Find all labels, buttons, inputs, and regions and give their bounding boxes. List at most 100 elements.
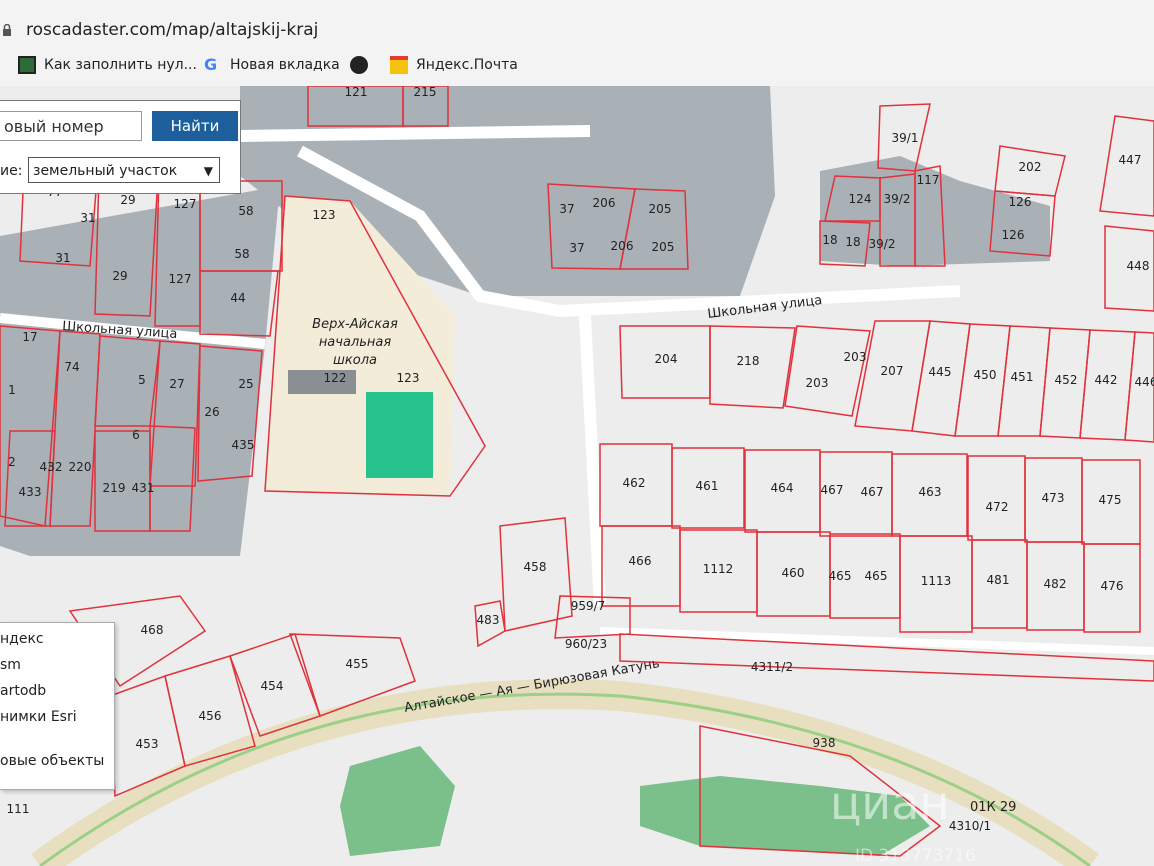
parcel-number[interactable]: 5 <box>138 373 146 387</box>
parcel-number[interactable]: 29 <box>120 193 135 207</box>
parcel-number[interactable]: 1 <box>8 383 16 397</box>
parcel-number[interactable]: 4310/1 <box>949 819 991 833</box>
parcel-number[interactable]: 204 <box>655 352 678 366</box>
layer-item[interactable]: artodb <box>0 683 46 699</box>
parcel-number[interactable]: 121 <box>345 86 368 99</box>
parcel-number[interactable]: 454 <box>261 679 284 693</box>
parcel-number[interactable]: 481 <box>987 573 1010 587</box>
parcel-number[interactable]: 483 <box>477 613 500 627</box>
parcel-number[interactable]: 58 <box>238 204 253 218</box>
parcel-number[interactable]: 44 <box>230 291 245 305</box>
bookmark-item[interactable]: Яндекс.Почта <box>390 56 518 74</box>
parcel-number[interactable]: 31 <box>55 251 70 265</box>
parcel-number[interactable]: 431 <box>132 481 155 495</box>
parcel-number[interactable]: 18 <box>822 233 837 247</box>
parcel-number[interactable]: 220 <box>69 460 92 474</box>
address-bar[interactable]: roscadaster.com/map/altajskij-kraj <box>0 14 1154 46</box>
parcel-number[interactable]: 450 <box>974 368 997 382</box>
parcel-number[interactable]: 218 <box>737 354 760 368</box>
parcel-number[interactable]: 446 <box>1135 375 1154 389</box>
parcel-number[interactable]: 29 <box>112 269 127 283</box>
parcel-number[interactable]: 465 <box>829 569 852 583</box>
find-button[interactable]: Найти <box>152 111 238 141</box>
parcel-number[interactable]: 203 <box>806 376 829 390</box>
parcel-number[interactable]: 452 <box>1055 373 1078 387</box>
parcel-number[interactable]: 463 <box>919 485 942 499</box>
parcel-number[interactable]: 1113 <box>921 574 952 588</box>
parcel-number[interactable]: 435 <box>232 438 255 452</box>
bookmark-item[interactable] <box>350 56 368 74</box>
parcel-number[interactable]: 4311/2 <box>751 660 793 674</box>
parcel-number[interactable]: 473 <box>1042 491 1065 505</box>
cadastral-map[interactable]: 121 215 37 206 205 37 206 205 39/1 124 39/2 117 202 1… <box>0 86 1154 866</box>
parcel-number[interactable]: 461 <box>696 479 719 493</box>
parcel-number[interactable]: 127 <box>174 197 197 211</box>
parcel-number[interactable]: 458 <box>524 560 547 574</box>
parcel-number[interactable]: 475 <box>1099 493 1122 507</box>
parcel-number[interactable]: 205 <box>649 202 672 216</box>
parcel-number[interactable]: 39/2 <box>869 237 896 251</box>
parcel-number[interactable]: 453 <box>136 737 159 751</box>
parcel-number[interactable]: 58 <box>234 247 249 261</box>
layer-item[interactable]: нимки Esri <box>0 709 77 725</box>
parcel-number[interactable]: 17 <box>22 330 37 344</box>
layer-item[interactable]: овые объекты <box>0 753 104 769</box>
parcel-number[interactable]: 442 <box>1095 373 1118 387</box>
parcel-number[interactable]: 111 <box>7 802 30 816</box>
parcel-number[interactable]: 215 <box>414 86 437 99</box>
parcel-number[interactable]: 433 <box>19 485 42 499</box>
parcel-number[interactable]: 472 <box>986 500 1009 514</box>
parcel-number[interactable]: 476 <box>1101 579 1124 593</box>
parcel-number[interactable]: 445 <box>929 365 952 379</box>
parcel-number[interactable]: 205 <box>652 240 675 254</box>
map-canvas[interactable]: 121 21537 206 20537 206 20539/1124 39/21172021… <box>0 86 1154 866</box>
parcel-number[interactable]: 456 <box>199 709 222 723</box>
parcel-number[interactable]: 39/2 <box>884 192 911 206</box>
parcel-number[interactable]: 206 <box>611 239 634 253</box>
bookmark-item[interactable]: G Новая вкладка <box>204 56 340 74</box>
parcel-number[interactable]: 31 <box>80 211 95 225</box>
parcel-number[interactable]: 127 <box>169 272 192 286</box>
parcel-number[interactable]: 1112 <box>703 562 734 576</box>
parcel-number[interactable]: 18 <box>845 235 860 249</box>
parcel-number[interactable]: 938 <box>813 736 836 750</box>
parcel-number[interactable]: 451 <box>1011 370 1034 384</box>
layer-item[interactable]: sm <box>0 657 21 673</box>
parcel-number[interactable]: 123 <box>397 371 420 385</box>
parcel-number[interactable]: 117 <box>917 173 940 187</box>
parcel-number[interactable]: 432 <box>40 460 63 474</box>
parcel-number[interactable]: 126 <box>1002 228 1025 242</box>
parcel-number[interactable]: 467 <box>861 485 884 499</box>
parcel-number[interactable]: 37 <box>559 202 574 216</box>
parcel-number[interactable]: 6 <box>132 428 140 442</box>
parcel-number[interactable]: 123 <box>313 208 336 222</box>
parcel-number[interactable]: 959/7 <box>571 599 606 613</box>
parcel-number[interactable]: 464 <box>771 481 794 495</box>
parcel-number[interactable]: 122 <box>324 371 347 385</box>
bookmark-item[interactable]: Как заполнить нул... <box>18 56 197 74</box>
parcel-number[interactable]: 482 <box>1044 577 1067 591</box>
parcel-number[interactable]: 203 <box>844 350 867 364</box>
parcel-number[interactable]: 26 <box>204 405 219 419</box>
parcel-number[interactable]: 39/1 <box>892 131 919 145</box>
parcel-number[interactable]: 206 <box>593 196 616 210</box>
search-input[interactable]: овый номер <box>0 111 142 141</box>
parcel-number[interactable]: 74 <box>64 360 79 374</box>
object-type-select[interactable]: земельный участок ▼ <box>28 157 220 183</box>
parcel-number[interactable]: 465 <box>865 569 888 583</box>
parcel-number[interactable]: 219 <box>103 481 126 495</box>
parcel-number[interactable]: 25 <box>238 377 253 391</box>
parcel-number[interactable]: 455 <box>346 657 369 671</box>
parcel-number[interactable]: 448 <box>1127 259 1150 273</box>
parcel-number[interactable]: 960/23 <box>565 637 607 651</box>
parcel-number[interactable]: 467 <box>821 483 844 497</box>
parcel-number[interactable]: 37 <box>569 241 584 255</box>
parcel-number[interactable]: 27 <box>169 377 184 391</box>
parcel-number[interactable]: 466 <box>629 554 652 568</box>
parcel-number[interactable]: 447 <box>1119 153 1142 167</box>
parcel-number[interactable]: 202 <box>1019 160 1042 174</box>
parcel-number[interactable]: 460 <box>782 566 805 580</box>
parcel-number[interactable]: 126 <box>1009 195 1032 209</box>
layer-item[interactable]: ндекс <box>0 631 44 647</box>
parcel-number[interactable]: 207 <box>881 364 904 378</box>
